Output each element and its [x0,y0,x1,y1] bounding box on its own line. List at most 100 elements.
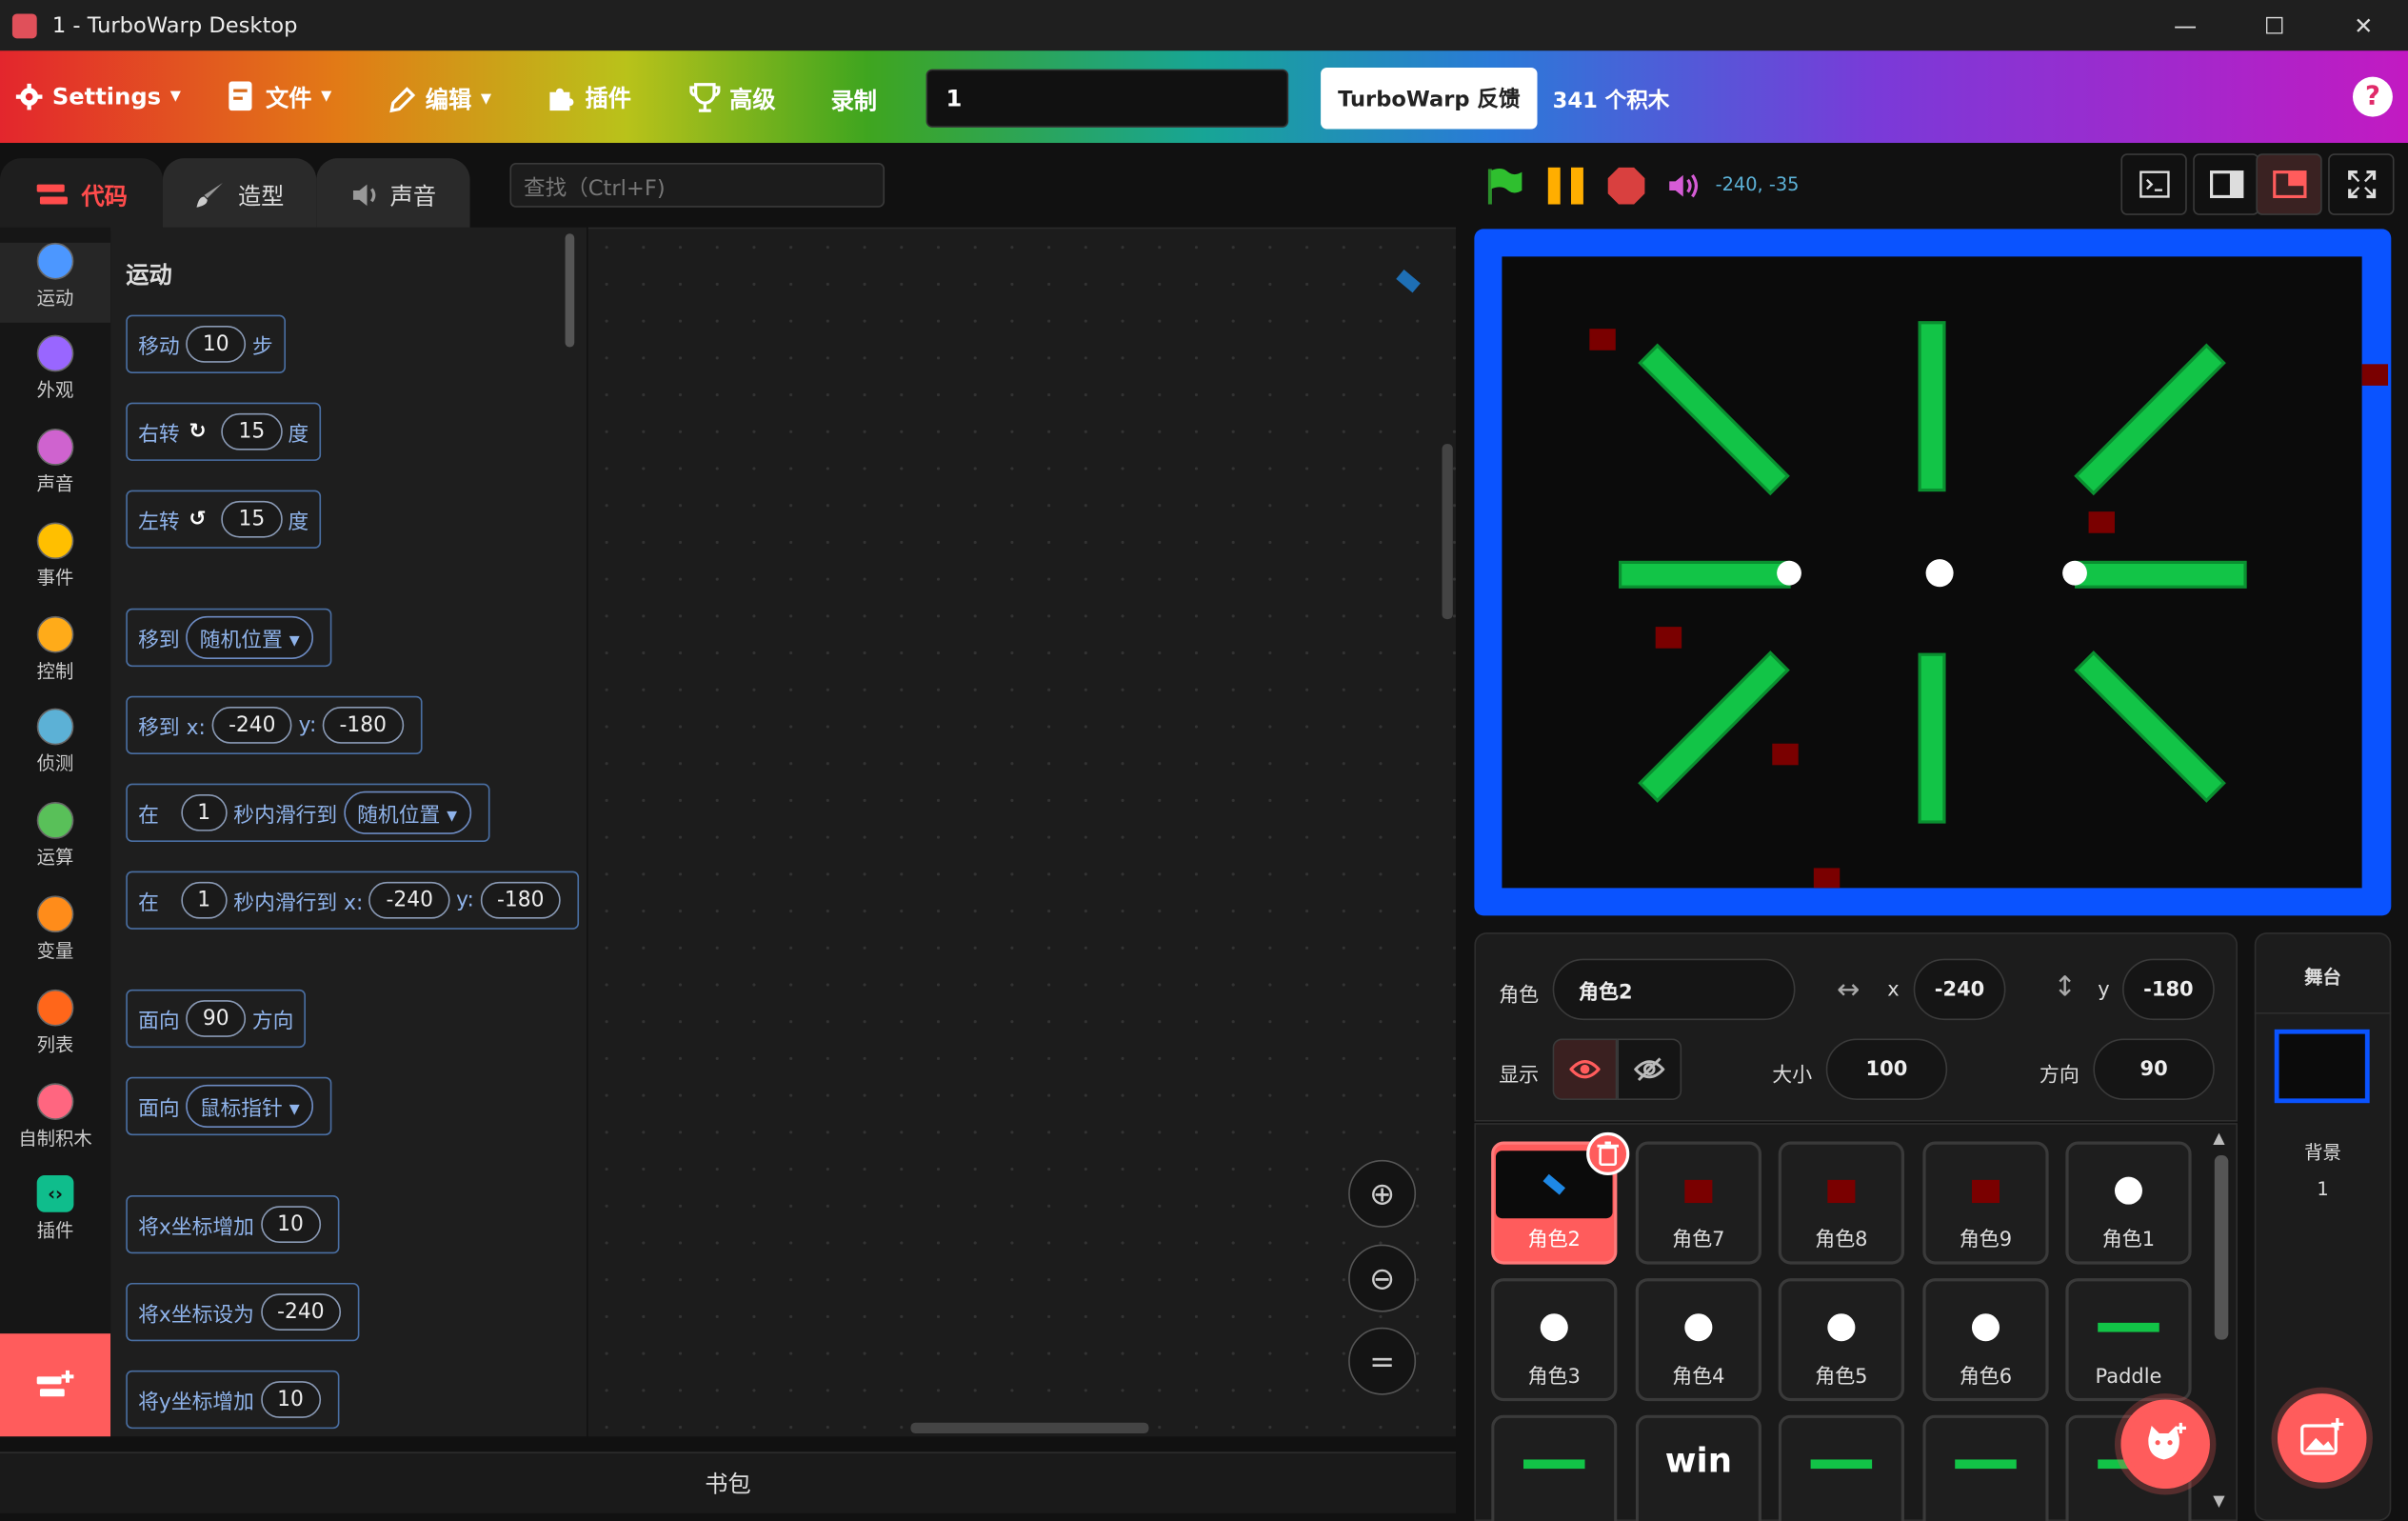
turn-right-block[interactable]: 右转 ↻ 15 度 [126,402,322,461]
events-dot-icon [36,522,74,560]
category-sensing[interactable]: 侦测 [0,708,110,776]
scroll-down-icon[interactable]: ▼ [2213,1493,2224,1511]
go-to-xy-block[interactable]: 移到 x: -240 y: -180 [126,695,423,755]
record-menu[interactable]: 录制 [831,85,877,117]
tab-sounds-label: 声音 [389,182,437,210]
zoom-reset-icon: = [1369,1342,1396,1380]
sprite-tile[interactable] [1922,1414,2049,1521]
console-button[interactable] [2120,153,2187,215]
category-control[interactable]: 控制 [0,615,110,684]
go-to-block[interactable]: 移到 随机位置 ▾ [126,608,332,668]
fullscreen-button[interactable] [2328,153,2395,215]
maximize-button[interactable]: ☐ [2230,0,2319,50]
operators-dot-icon [36,802,74,839]
sprite-tile[interactable]: 角色3 [1491,1278,1618,1402]
large-stage-button[interactable] [2256,153,2322,215]
sprite-name-input[interactable]: 角色2 [1552,958,1796,1021]
tab-sounds[interactable]: 声音 [316,158,470,232]
sprite-tile[interactable]: 角色7 [1635,1141,1761,1265]
category-label: 运算 [36,846,74,869]
y-input[interactable]: -180 [2122,958,2215,1021]
minimize-button[interactable]: — [2140,0,2230,50]
small-stage-button[interactable] [2193,153,2259,215]
sprite-tile[interactable] [1778,1414,1904,1521]
mute-button[interactable] [1666,172,1703,206]
project-title-input[interactable]: 1 [925,69,1289,128]
move-steps-block[interactable]: 移动 10 步 [126,314,286,373]
close-window-button[interactable]: ✕ [2318,0,2408,50]
sprite-tile[interactable]: 角色4 [1635,1278,1761,1402]
hide-sprite-button[interactable] [1617,1038,1682,1100]
category-lists[interactable]: 列表 [0,989,110,1057]
file-menu[interactable]: 文件 ▼ [226,80,331,113]
sprite-list-scrollbar[interactable] [2214,1155,2229,1340]
green-flag-button[interactable] [1483,165,1526,214]
script-workspace[interactable] [587,227,1457,1437]
tab-code[interactable]: 代码 [0,158,163,232]
pause-button[interactable] [1545,166,1588,211]
change-y-block[interactable]: 将y坐标增加 10 [126,1370,339,1430]
help-button[interactable]: ? [2352,76,2393,117]
point-towards-block[interactable]: 面向 鼠标指针 ▾ [126,1076,332,1136]
category-motion[interactable]: 运动 [0,242,111,323]
workspace-horizontal-scrollbar[interactable] [910,1422,1149,1434]
change-x-block[interactable]: 将x坐标增加 10 [126,1194,339,1254]
sprite-tile[interactable]: win [1635,1414,1761,1521]
size-input[interactable]: 100 [1825,1038,1948,1100]
backpack[interactable]: 书包 [0,1451,1457,1513]
sprite-tile[interactable]: 角色5 [1778,1278,1904,1402]
stop-button[interactable] [1606,166,1646,211]
menu-bar: Settings ▼ 文件 ▼ 编辑 ▼ 插件 高级 录制 1 TurboWarp 反… [0,50,2408,144]
glide-to-block[interactable]: 在 1 秒内滑行到 随机位置 ▾ [126,783,489,842]
sprite-thumbnail [1971,1179,2000,1203]
scroll-up-icon[interactable]: ▲ [2213,1131,2224,1148]
sprite-tile[interactable]: 角色6 [1922,1278,2049,1402]
large-stage-icon [2272,170,2306,199]
sprite-watermark-icon [1396,269,1421,293]
backdrop-add-icon [2300,1417,2344,1455]
add-sprite-button[interactable] [2120,1399,2210,1490]
category-variables[interactable]: 变量 [0,895,110,963]
delete-sprite-button[interactable] [1586,1131,1630,1176]
category-events[interactable]: 事件 [0,522,110,590]
sprite-tile[interactable] [1491,1414,1618,1521]
category-operators[interactable]: 运算 [0,802,110,870]
edit-menu[interactable]: 编辑 ▼ [388,83,491,115]
x-input[interactable]: -240 [1913,958,2006,1021]
rotate-left-icon: ↺ [189,507,207,532]
feedback-button[interactable]: TurboWarp 反馈 [1321,67,1538,130]
volume-icon [1669,173,1699,198]
search-input[interactable]: 查找（Ctrl+F) [509,162,886,208]
stage-canvas[interactable] [1502,256,2362,889]
turn-left-block[interactable]: 左转 ↺ 15 度 [126,490,322,549]
sprite-tile-name: 角色7 [1672,1229,1725,1252]
add-extension-button[interactable] [0,1333,111,1437]
category-sound[interactable]: 声音 [0,429,110,496]
sprite-tile[interactable]: 角色1 [2065,1141,2192,1265]
tab-costumes[interactable]: 造型 [162,158,317,232]
glide-to-xy-block[interactable]: 在 1 秒内滑行到 x: -240 y: -180 [126,871,580,930]
workspace-vertical-scrollbar[interactable] [1442,444,1453,620]
direction-input[interactable]: 90 [2093,1038,2215,1100]
category-looks[interactable]: 外观 [0,334,110,403]
sprite-tile[interactable]: Paddle [2065,1278,2192,1402]
show-sprite-button[interactable] [1552,1038,1618,1100]
zoom-reset-button[interactable]: = [1348,1327,1417,1395]
palette-scrollbar[interactable] [565,233,575,348]
set-x-block[interactable]: 将x坐标设为 -240 [126,1282,360,1342]
point-in-direction-block[interactable]: 面向 90 方向 [126,989,307,1049]
direction-label: 方向 [2039,1064,2080,1089]
sprite-tile[interactable]: 角色8 [1778,1141,1904,1265]
stage-thumbnail[interactable] [2274,1029,2370,1104]
add-backdrop-button[interactable] [2277,1393,2367,1483]
category-label: 声音 [36,472,74,495]
sprite-tile[interactable]: 角色9 [1922,1141,2049,1265]
category-extensions[interactable]: ‹› 插件 [0,1175,110,1243]
zoom-in-button[interactable]: ⊕ [1348,1159,1417,1228]
category-my-blocks[interactable]: 自制积木 [0,1083,110,1151]
settings-menu[interactable]: Settings ▼ [15,83,181,110]
addons-menu[interactable]: 插件 [546,81,631,113]
sprite-thumbnail [1684,1313,1713,1342]
advanced-menu[interactable]: 高级 [689,81,776,114]
zoom-out-button[interactable]: ⊖ [1348,1244,1417,1312]
